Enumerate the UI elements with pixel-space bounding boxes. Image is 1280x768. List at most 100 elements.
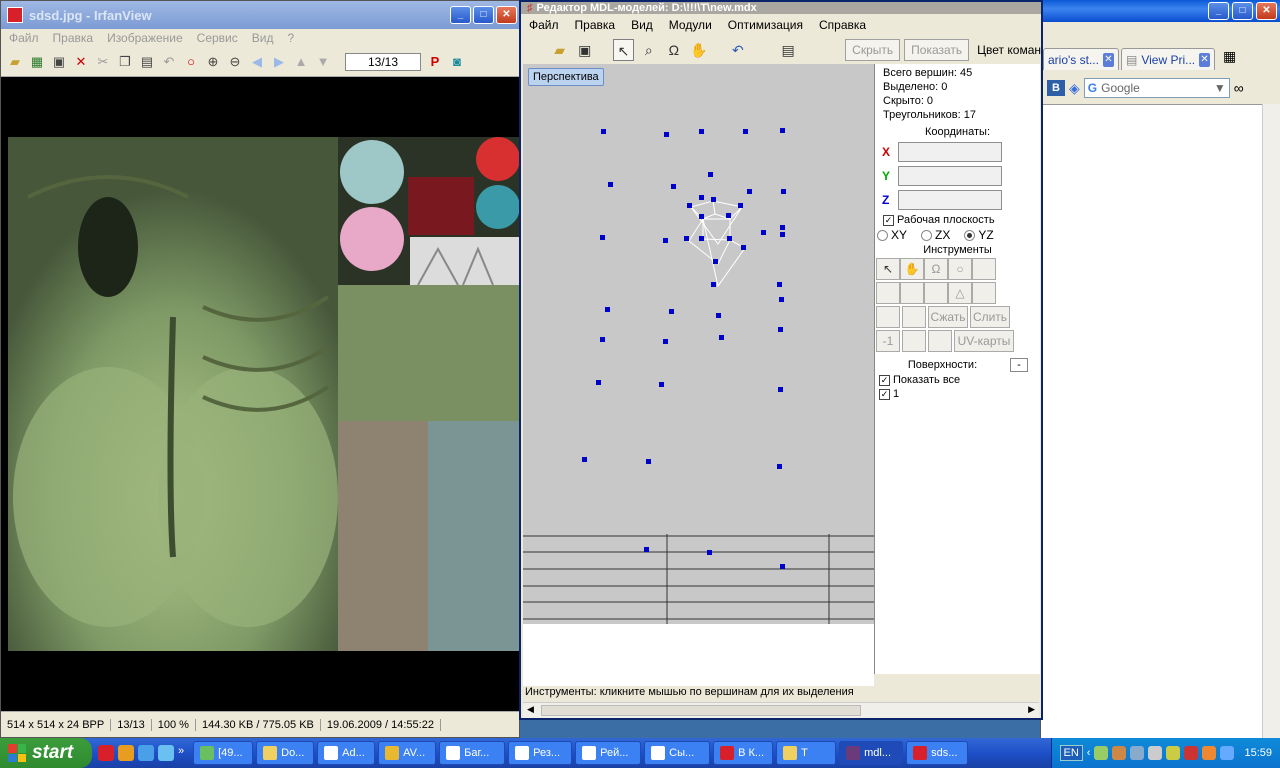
more-icon[interactable]: » [178, 745, 184, 761]
minimize-button[interactable]: _ [1208, 2, 1229, 20]
vertex-marker[interactable] [777, 464, 782, 469]
blank-tool-5[interactable] [972, 282, 996, 304]
surface-checkbox[interactable]: ✓ [879, 388, 890, 400]
task-8[interactable]: Сы... [644, 741, 711, 765]
menu-options[interactable]: Сервис [197, 31, 238, 45]
undo-icon[interactable]: ↶ [161, 54, 177, 70]
vertex-marker[interactable] [780, 232, 785, 237]
last-icon[interactable]: ▼ [315, 54, 331, 70]
properties-icon[interactable]: P [427, 54, 443, 70]
tray-icon-8[interactable] [1220, 746, 1235, 760]
tray-icon-6[interactable] [1184, 746, 1199, 760]
tab-close-icon[interactable]: ✕ [1102, 52, 1114, 67]
blank-tool-2[interactable] [876, 282, 900, 304]
task-5[interactable]: Баг... [439, 741, 506, 765]
vertex-marker[interactable] [711, 282, 716, 287]
blank-tool-6[interactable] [876, 306, 900, 328]
show-all-checkbox[interactable]: ✓ [879, 374, 890, 386]
task-7[interactable]: Рей... [575, 741, 642, 765]
blank-tool-7[interactable] [902, 306, 926, 328]
compress-button[interactable]: Сжать [928, 306, 968, 328]
vertex-marker[interactable] [778, 327, 783, 332]
vertex-marker[interactable] [669, 309, 674, 314]
opera-icon[interactable] [98, 745, 114, 761]
task-2[interactable]: Do... [256, 741, 315, 765]
vertex-marker[interactable] [664, 132, 669, 137]
tray-icon-5[interactable] [1166, 746, 1181, 760]
scroll-right-icon[interactable]: ▶ [1028, 704, 1035, 715]
vertex-marker[interactable] [779, 297, 784, 302]
rotate-tool-icon[interactable]: Ω [663, 39, 684, 61]
browser-scrollbar[interactable] [1262, 104, 1280, 738]
vertex-marker[interactable] [600, 235, 605, 240]
browser-tab-2[interactable]: ▤ View Pri... ✕ [1121, 48, 1215, 70]
menu-image[interactable]: Изображение [107, 31, 183, 45]
vertex-marker[interactable] [671, 184, 676, 189]
show-all-row[interactable]: ✓ Показать все [875, 374, 1040, 386]
vertex-marker[interactable] [781, 189, 786, 194]
select-vertex-tool[interactable]: ↖ [876, 258, 900, 280]
circle-tool[interactable]: ○ [948, 258, 972, 280]
tray-expand-icon[interactable]: ‹ [1087, 747, 1091, 759]
vertex-marker[interactable] [659, 382, 664, 387]
weight-tool[interactable]: △ [948, 282, 972, 304]
hide-button[interactable]: Скрыть [845, 39, 901, 61]
vertex-marker[interactable] [646, 459, 651, 464]
task-11[interactable]: mdl... [839, 741, 904, 765]
task-3[interactable]: Ad... [317, 741, 376, 765]
vertex-marker[interactable] [711, 197, 716, 202]
vertex-marker[interactable] [727, 236, 732, 241]
task-12[interactable]: sds... [906, 741, 969, 765]
pan-tool-icon[interactable]: ✋ [688, 39, 709, 61]
plane-zx-radio[interactable]: ZX [921, 228, 950, 242]
tray-icon-7[interactable] [1202, 746, 1217, 760]
uv-maps-button[interactable]: UV-карты [954, 330, 1014, 352]
vertex-marker[interactable] [708, 172, 713, 177]
image-view[interactable] [1, 79, 520, 711]
hand-tool[interactable]: ✋ [900, 258, 924, 280]
vertex-marker[interactable] [596, 380, 601, 385]
maximize-button[interactable]: □ [1232, 2, 1253, 20]
blank-tool-9[interactable] [928, 330, 952, 352]
vertex-marker[interactable] [761, 230, 766, 235]
horizontal-scrollbar[interactable]: ◀ ▶ [523, 702, 1039, 718]
plane-yz-radio[interactable]: YZ [964, 228, 994, 242]
ie-icon[interactable] [138, 745, 154, 761]
vertex-marker[interactable] [582, 457, 587, 462]
task-6[interactable]: Рез... [508, 741, 573, 765]
coord-x-field[interactable] [898, 142, 1002, 162]
task-4[interactable]: AV... [378, 741, 437, 765]
browser-tab-1[interactable]: ario's st... ✕ [1043, 48, 1119, 70]
blank-tool-8[interactable] [902, 330, 926, 352]
task-1[interactable]: [49... [193, 741, 254, 765]
menu-help[interactable]: Справка [819, 18, 866, 32]
menu-file[interactable]: Файл [529, 18, 559, 32]
work-plane-row[interactable]: ✓ Рабочая плоскость [875, 214, 1040, 226]
vertex-marker[interactable] [684, 236, 689, 241]
close-button[interactable]: ✕ [1256, 2, 1277, 20]
blank-tool[interactable] [972, 258, 996, 280]
surface-row[interactable]: ✓ 1 [875, 388, 1040, 400]
task-10[interactable]: T [776, 741, 837, 765]
minimize-button[interactable]: _ [450, 6, 471, 24]
vertex-marker[interactable] [738, 203, 743, 208]
scroll-thumb[interactable] [541, 705, 861, 716]
vertex-marker[interactable] [719, 335, 724, 340]
next-icon[interactable]: ▶ [271, 54, 287, 70]
clipboard-icon[interactable]: ▤ [778, 39, 799, 61]
undo-icon[interactable]: ↶ [727, 39, 748, 61]
perspective-viewport[interactable]: Перспектива [523, 64, 874, 534]
tray-icon-2[interactable] [1112, 746, 1127, 760]
vertex-marker[interactable] [716, 313, 721, 318]
select-tool-icon[interactable]: ↖ [612, 39, 635, 61]
zoom-tool-icon[interactable]: ⌕ [638, 39, 659, 61]
menu-modules[interactable]: Модули [669, 18, 712, 32]
thumbnails-icon[interactable]: ▦ [29, 54, 45, 70]
rotate-tool[interactable]: Ω [924, 258, 948, 280]
open-icon[interactable]: ▰ [7, 54, 23, 70]
start-button[interactable]: start [0, 738, 92, 768]
plane-xy-radio[interactable]: XY [877, 228, 907, 242]
vertex-marker[interactable] [777, 282, 782, 287]
language-indicator[interactable]: EN [1059, 745, 1083, 761]
prev-icon[interactable]: ◀ [249, 54, 265, 70]
